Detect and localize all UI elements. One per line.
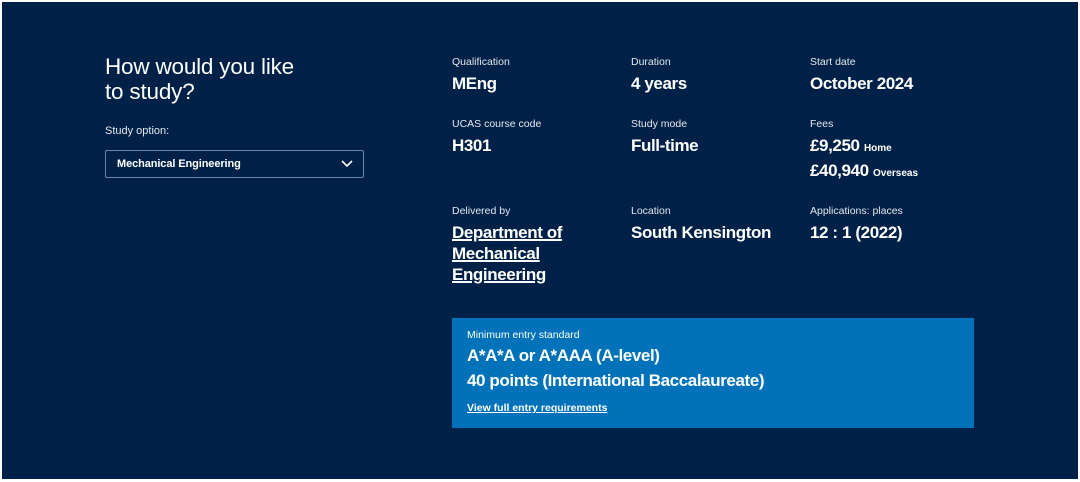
duration-label: Duration [631, 56, 671, 68]
study-option-selected: Mechanical Engineering [117, 158, 241, 170]
fees-home: £9,250 Home [810, 135, 980, 160]
entry-alevel: A*A*A or A*AAA (A-level) [467, 346, 660, 365]
department-link[interactable]: Department of Mechanical Engineering [452, 223, 562, 284]
entry-standard-box: Minimum entry standard A*A*A or A*AAA (A… [452, 318, 974, 428]
start-date-value: October 2024 [810, 74, 913, 93]
study-mode-fact: Study mode Full-time [631, 118, 801, 156]
delivered-by-fact: Delivered by Department of Mechanical En… [452, 205, 602, 285]
study-mode-label: Study mode [631, 118, 688, 130]
start-date-fact: Start date October 2024 [810, 56, 980, 94]
qualification-label: Qualification [452, 56, 510, 68]
fees-overseas-suffix: Overseas [872, 168, 919, 179]
ucas-code-fact: UCAS course code H301 [452, 118, 622, 156]
study-option-dropdown[interactable]: Mechanical Engineering [105, 150, 364, 178]
location-label: Location [631, 205, 671, 217]
study-mode-value: Full-time [631, 136, 699, 155]
qualification-value: MEng [452, 74, 497, 93]
location-value: South Kensington [631, 223, 771, 242]
fees-fact: Fees £9,250 Home £40,940 Overseas [810, 118, 980, 185]
duration-value: 4 years [631, 74, 687, 93]
qualification-fact: Qualification MEng [452, 56, 622, 94]
entry-ib: 40 points (International Baccalaureate) [467, 371, 765, 390]
applications-label: Applications: places [810, 205, 903, 217]
fees-overseas-amount: £40,940 [810, 161, 869, 180]
ucas-code-value: H301 [452, 136, 492, 155]
applications-value: 12 : 1 (2022) [810, 223, 903, 242]
view-entry-requirements-link[interactable]: View full entry requirements [467, 402, 607, 414]
chevron-down-icon [341, 160, 353, 168]
applications-fact: Applications: places 12 : 1 (2022) [810, 205, 980, 243]
duration-fact: Duration 4 years [631, 56, 801, 94]
study-option-label: Study option: [105, 125, 170, 137]
fees-home-suffix: Home [863, 143, 892, 154]
delivered-by-value: Department of Mechanical Engineering [452, 222, 602, 285]
entry-standard-label: Minimum entry standard [467, 329, 580, 341]
study-heading: How would you like to study? [105, 54, 294, 104]
ucas-code-label: UCAS course code [452, 118, 542, 130]
fees-label: Fees [810, 118, 834, 130]
course-overview-panel: How would you like to study? Study optio… [2, 2, 1078, 479]
fees-home-amount: £9,250 [810, 136, 860, 155]
delivered-by-label: Delivered by [452, 205, 511, 217]
location-fact: Location South Kensington [631, 205, 801, 243]
fees-overseas: £40,940 Overseas [810, 160, 980, 185]
start-date-label: Start date [810, 56, 856, 68]
